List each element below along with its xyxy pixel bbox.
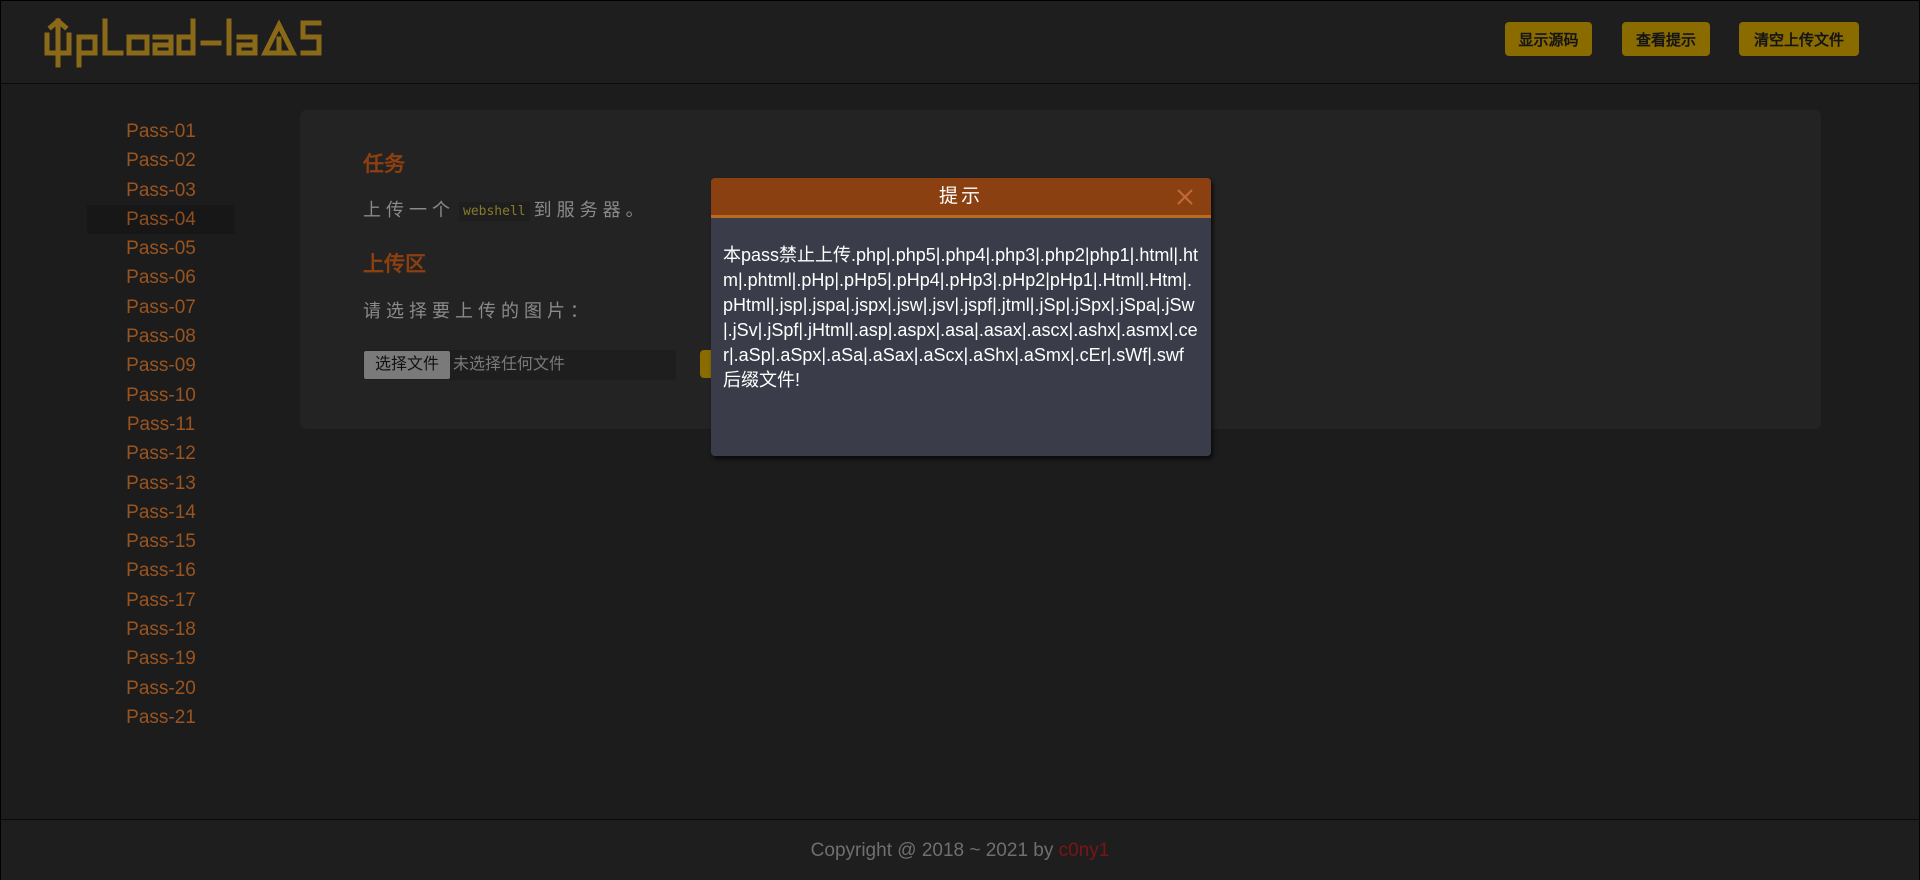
sidebar-item-pass-05[interactable]: Pass-05 xyxy=(87,234,235,263)
sidebar-item-pass-10[interactable]: Pass-10 xyxy=(87,381,235,410)
sidebar-item-pass-07[interactable]: Pass-07 xyxy=(87,293,235,322)
upload-prompt: 请选择要上传的图片： xyxy=(363,301,593,321)
sidebar-item-pass-14[interactable]: Pass-14 xyxy=(87,498,235,527)
sidebar-item-pass-20[interactable]: Pass-20 xyxy=(87,674,235,703)
show-source-button[interactable]: 显示源码 xyxy=(1505,22,1592,56)
sidebar-item-pass-13[interactable]: Pass-13 xyxy=(87,469,235,498)
view-hint-button[interactable]: 查看提示 xyxy=(1622,22,1710,56)
sidebar-item-pass-17[interactable]: Pass-17 xyxy=(87,586,235,615)
sidebar-item-pass-16[interactable]: Pass-16 xyxy=(87,556,235,585)
copyright-text: Copyright @ 2018 ~ 2021 by xyxy=(810,840,1059,861)
task-text-after: 到服务器。 xyxy=(533,200,649,220)
footer: Copyright @ 2018 ~ 2021 by c0ny1 xyxy=(1,819,1919,880)
hint-modal: 提示 本pass禁止上传.php|.php5|.php4|.php3|.php2… xyxy=(711,178,1211,456)
sidebar-item-pass-02[interactable]: Pass-02 xyxy=(87,146,235,175)
sidebar-item-pass-21[interactable]: Pass-21 xyxy=(87,703,235,732)
sidebar-item-pass-03[interactable]: Pass-03 xyxy=(87,176,235,205)
sidebar-item-pass-18[interactable]: Pass-18 xyxy=(87,615,235,644)
clear-uploads-button[interactable]: 清空上传文件 xyxy=(1739,22,1859,56)
sidebar-item-pass-04[interactable]: Pass-04 xyxy=(87,204,235,235)
sidebar-item-pass-01[interactable]: Pass-01 xyxy=(87,117,235,146)
sidebar-item-pass-11[interactable]: Pass-11 xyxy=(87,410,235,439)
upload-title: 上传区 xyxy=(363,253,426,276)
site-logo[interactable] xyxy=(43,15,343,71)
webshell-code: webshell xyxy=(459,201,530,221)
sidebar-item-pass-19[interactable]: Pass-19 xyxy=(87,644,235,673)
close-icon[interactable] xyxy=(1175,187,1195,207)
page: 显示源码 查看提示 清空上传文件 Pass-01 Pass-02 Pass-03… xyxy=(0,0,1920,880)
sidebar-item-pass-06[interactable]: Pass-06 xyxy=(87,263,235,292)
modal-header: 提示 xyxy=(711,178,1211,218)
task-text-before: 上传一个 xyxy=(363,200,455,220)
modal-message: 本pass禁止上传.php|.php5|.php4|.php3|.php2|ph… xyxy=(723,245,1199,390)
task-description: 上传一个 webshell 到服务器。 xyxy=(363,196,649,222)
sidebar: Pass-01 Pass-02 Pass-03 Pass-04 Pass-05 … xyxy=(87,117,235,732)
choose-file-button[interactable]: 选择文件 xyxy=(364,351,450,379)
modal-title: 提示 xyxy=(938,186,983,207)
sidebar-item-pass-12[interactable]: Pass-12 xyxy=(87,439,235,468)
sidebar-item-pass-15[interactable]: Pass-15 xyxy=(87,527,235,556)
author-link[interactable]: c0ny1 xyxy=(1059,840,1110,861)
file-input[interactable]: 选择文件 未选择任何文件 xyxy=(363,350,676,380)
sidebar-item-pass-08[interactable]: Pass-08 xyxy=(87,322,235,351)
file-status: 未选择任何文件 xyxy=(453,356,566,373)
task-title: 任务 xyxy=(363,153,405,176)
sidebar-item-pass-09[interactable]: Pass-09 xyxy=(87,351,235,380)
header: 显示源码 查看提示 清空上传文件 xyxy=(1,1,1919,84)
footer-copyright: Copyright @ 2018 ~ 2021 by c0ny1 xyxy=(1,840,1919,862)
